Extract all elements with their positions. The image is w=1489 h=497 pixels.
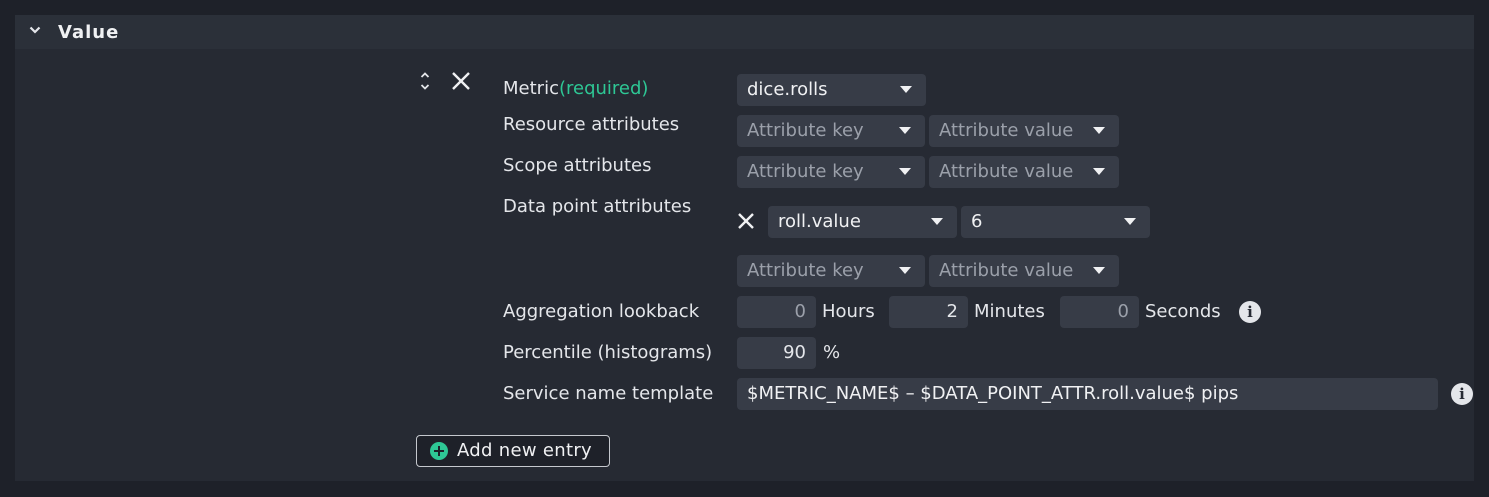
attribute-value-placeholder: Attribute value <box>939 161 1074 182</box>
hours-unit: Hours <box>822 301 875 322</box>
resource-attribute-value-dropdown[interactable]: Attribute value <box>929 115 1119 147</box>
service-name-template-label: Service name template <box>503 383 714 404</box>
attribute-value-value: 6 <box>971 211 983 232</box>
attribute-key-placeholder: Attribute key <box>747 260 864 281</box>
percentile-label: Percentile (histograms) <box>503 342 713 363</box>
reorder-icon[interactable] <box>419 70 431 94</box>
attribute-key-placeholder: Attribute key <box>747 120 864 141</box>
caret-down-icon <box>899 168 911 175</box>
resource-attributes-label: Resource attributes <box>503 114 680 135</box>
remove-attribute-close-icon[interactable] <box>737 212 755 230</box>
service-name-template-input[interactable]: $METRIC_NAME$ – $DATA_POINT_ATTR.roll.va… <box>737 378 1438 410</box>
resource-attribute-key-dropdown[interactable]: Attribute key <box>737 115 925 147</box>
caret-down-icon <box>900 86 912 93</box>
attribute-key-value: roll.value <box>778 211 861 232</box>
info-icon[interactable]: i <box>1451 383 1473 405</box>
attribute-value-placeholder: Attribute value <box>939 260 1074 281</box>
new-data-point-attribute-value-dropdown[interactable]: Attribute value <box>929 255 1119 287</box>
data-point-attributes-label: Data point attributes <box>503 196 692 217</box>
caret-down-icon <box>899 127 911 134</box>
info-icon[interactable]: i <box>1239 301 1261 323</box>
chevron-down-icon[interactable] <box>29 25 41 35</box>
caret-down-icon <box>899 267 911 274</box>
attribute-value-placeholder: Attribute value <box>939 120 1074 141</box>
scope-attributes-label: Scope attributes <box>503 155 652 176</box>
add-new-entry-label: Add new entry <box>457 440 592 461</box>
seconds-unit: Seconds <box>1145 301 1221 322</box>
data-point-attribute-value-dropdown[interactable]: 6 <box>961 206 1150 238</box>
metric-dropdown[interactable]: dice.rolls <box>737 74 926 106</box>
caret-down-icon <box>1093 168 1105 175</box>
caret-down-icon <box>1093 267 1105 274</box>
minutes-input[interactable]: 2 <box>889 296 968 328</box>
minutes-unit: Minutes <box>974 301 1045 322</box>
seconds-input[interactable]: 0 <box>1060 296 1139 328</box>
required-indicator: (required) <box>558 78 649 99</box>
panel-header[interactable]: Value <box>15 15 1474 49</box>
caret-down-icon <box>1124 218 1136 225</box>
data-point-attribute-key-dropdown[interactable]: roll.value <box>768 206 957 238</box>
close-icon[interactable] <box>451 71 471 91</box>
caret-down-icon <box>931 218 943 225</box>
percent-unit: % <box>823 342 841 363</box>
caret-down-icon <box>1093 127 1105 134</box>
metric-label: Metric(required) <box>503 78 649 99</box>
scope-attribute-value-dropdown[interactable]: Attribute value <box>929 156 1119 188</box>
percentile-input[interactable]: 90 <box>737 337 816 369</box>
value-panel: Value Metric(required) dice.rolls Resour… <box>15 15 1474 481</box>
plus-circle-icon <box>430 442 448 460</box>
attribute-key-placeholder: Attribute key <box>747 161 864 182</box>
add-new-entry-button[interactable]: Add new entry <box>416 435 610 467</box>
hours-input[interactable]: 0 <box>737 296 816 328</box>
panel-title: Value <box>58 22 120 43</box>
aggregation-lookback-label: Aggregation lookback <box>503 301 700 322</box>
metric-value: dice.rolls <box>747 79 828 100</box>
new-data-point-attribute-key-dropdown[interactable]: Attribute key <box>737 255 925 287</box>
scope-attribute-key-dropdown[interactable]: Attribute key <box>737 156 925 188</box>
